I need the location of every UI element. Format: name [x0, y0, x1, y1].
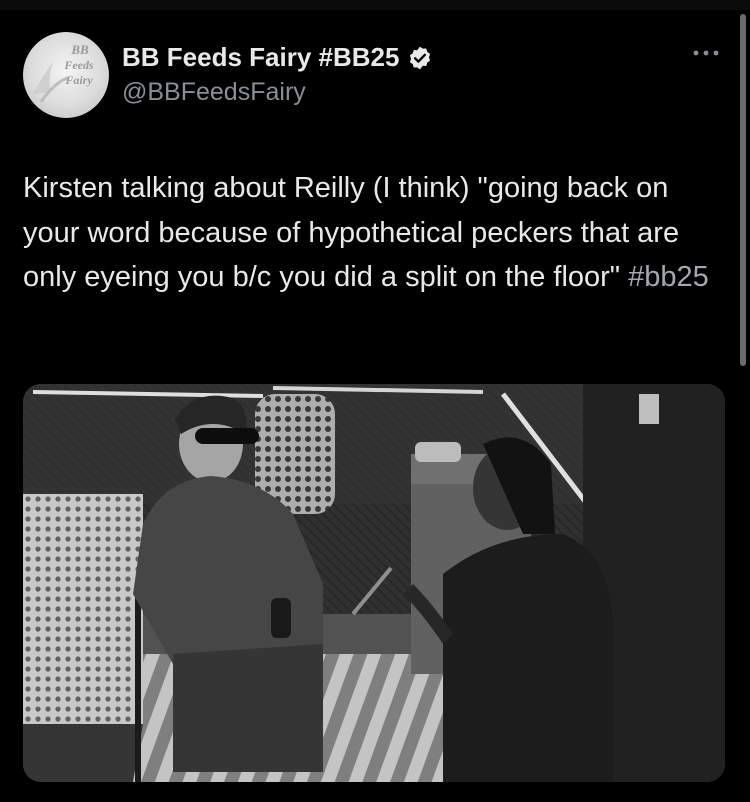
media-scene: [23, 384, 725, 782]
verified-badge-icon: [410, 46, 431, 69]
svg-text:Fairy: Fairy: [64, 73, 93, 87]
more-options-icon[interactable]: [692, 48, 720, 58]
svg-text:BB: BB: [70, 42, 89, 57]
tweet-media-image[interactable]: [23, 384, 725, 782]
author-name-row: BB Feeds Fairy #BB25: [122, 42, 433, 73]
top-status-strip: [0, 0, 750, 10]
svg-text:Feeds: Feeds: [63, 58, 94, 72]
avatar-logo: BB Feeds Fairy: [33, 42, 94, 103]
hashtag-link[interactable]: #bb25: [628, 261, 709, 293]
tweet-text: Kirsten talking about Reilly (I think) "…: [23, 166, 723, 300]
scrollbar[interactable]: [740, 14, 746, 366]
avatar[interactable]: BB Feeds Fairy: [23, 32, 109, 118]
display-name[interactable]: BB Feeds Fairy #BB25: [122, 42, 399, 73]
tweet-body: Kirsten talking about Reilly (I think) "…: [23, 172, 680, 293]
handle[interactable]: @BBFeedsFairy: [122, 78, 306, 107]
